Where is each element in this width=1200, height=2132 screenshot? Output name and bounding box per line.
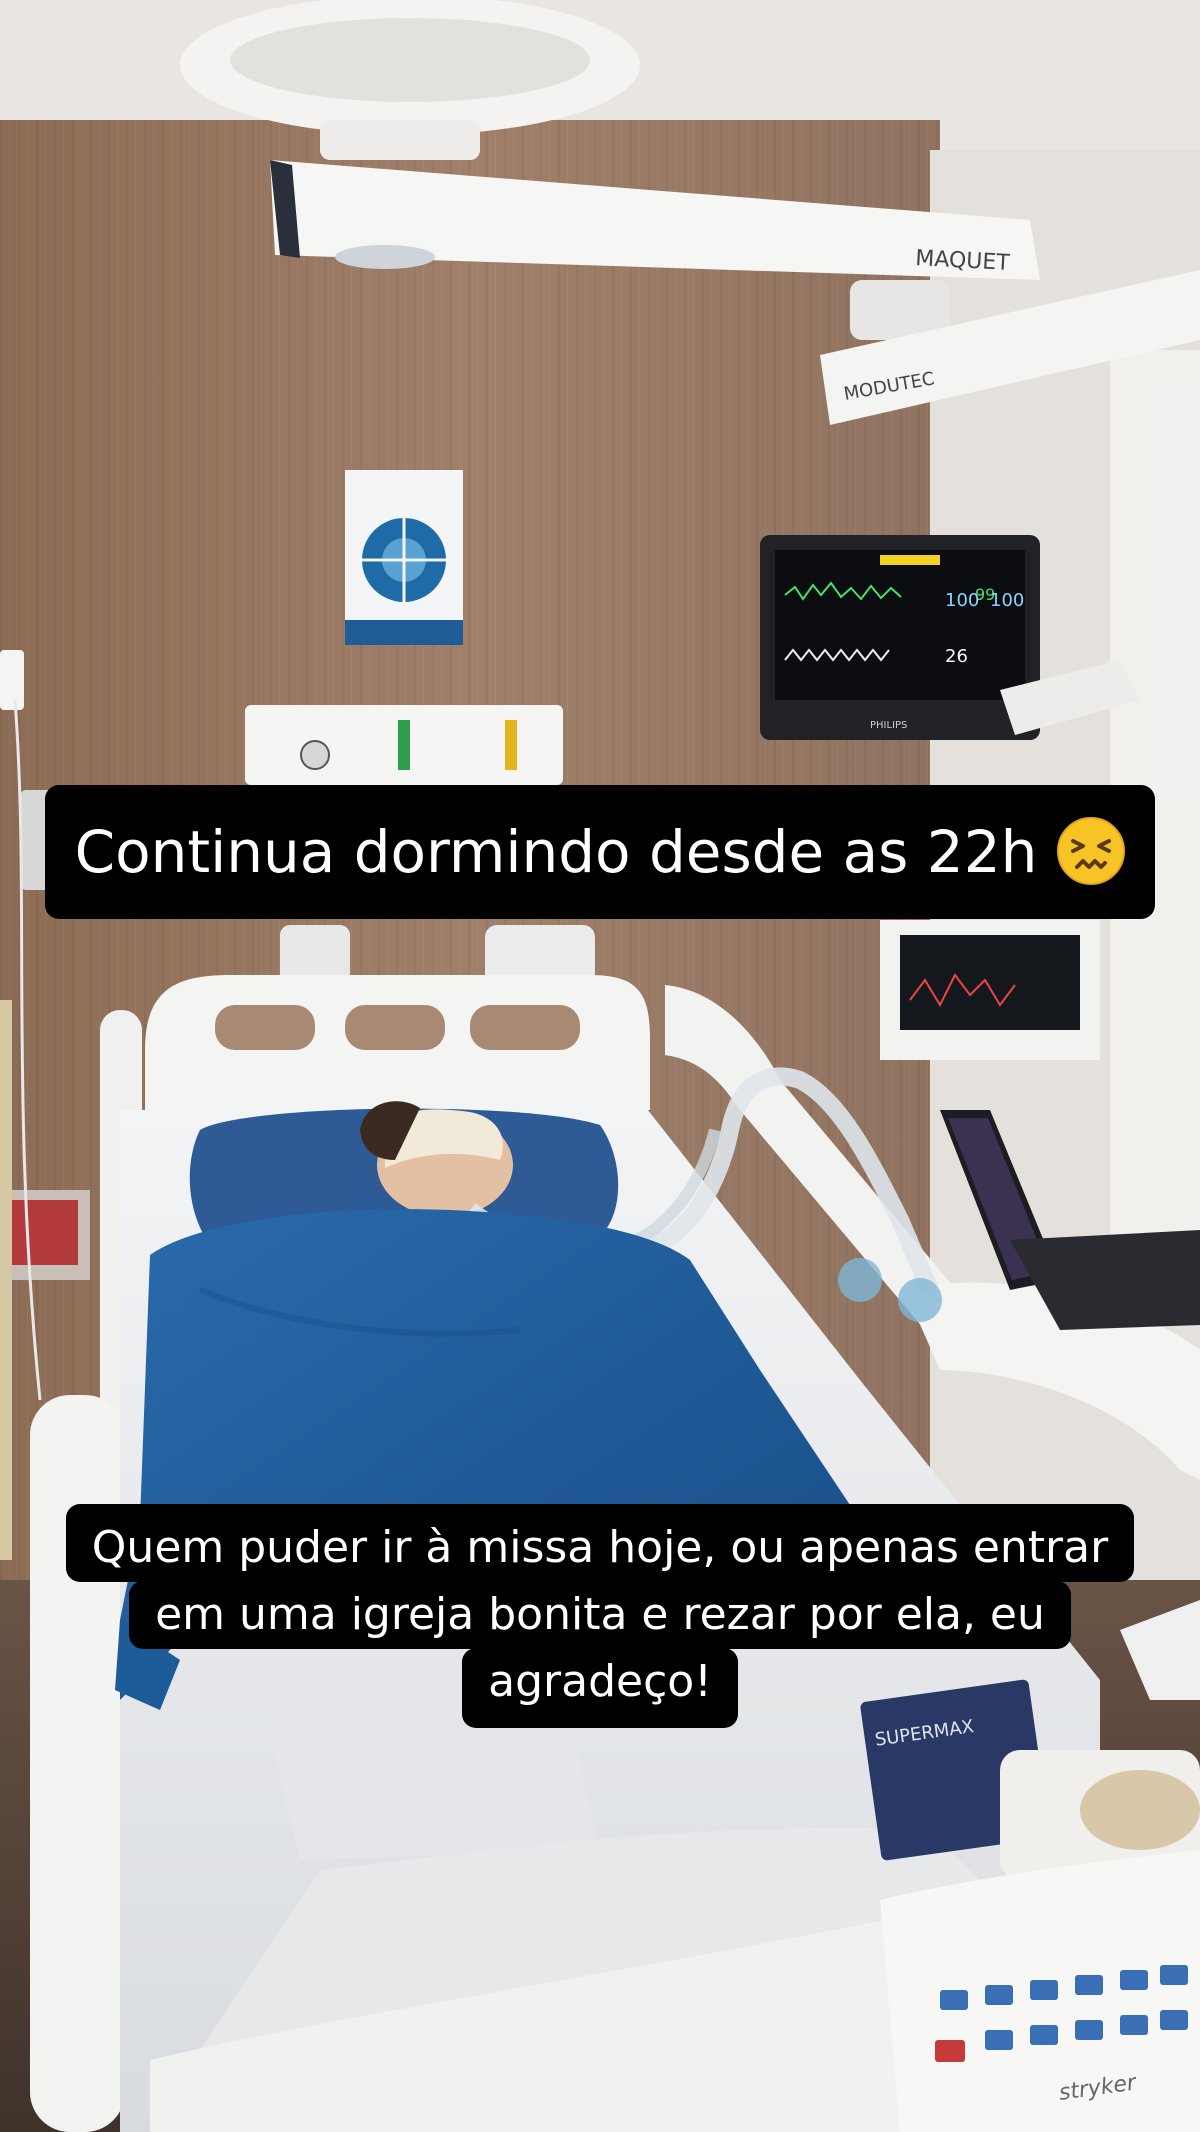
- caption-top-text: Continua dormindo desde as 22h: [74, 818, 1038, 886]
- caption-bottom-line: agradeço!: [462, 1648, 738, 1728]
- confounded-face-emoji: [1057, 816, 1126, 885]
- caption-bottom-line: Quem puder ir à missa hoje, ou apenas en…: [65, 1504, 1135, 1582]
- caption-top-bubble: Continua dormindo desde as 22h: [44, 785, 1156, 919]
- story-viewer: MAQUET MODUTEC 99 100 100 26 PHILIPS SUP…: [0, 0, 1200, 2132]
- svg-text:100: 100: [945, 590, 979, 611]
- svg-text:100: 100: [990, 590, 1024, 611]
- svg-text:26: 26: [945, 646, 968, 667]
- story-caption-bottom: Quem puder ir à missa hoje, ou apenas en…: [0, 1504, 1200, 1728]
- svg-text:PHILIPS: PHILIPS: [870, 720, 907, 731]
- story-caption-top: Continua dormindo desde as 22h: [0, 785, 1200, 919]
- hospital-room-photo: MAQUET MODUTEC 99 100 100 26 PHILIPS SUP…: [0, 0, 1200, 2132]
- svg-text:MAQUET: MAQUET: [915, 246, 1011, 276]
- caption-bottom-line: em uma igreja bonita e rezar por ela, eu: [129, 1581, 1071, 1649]
